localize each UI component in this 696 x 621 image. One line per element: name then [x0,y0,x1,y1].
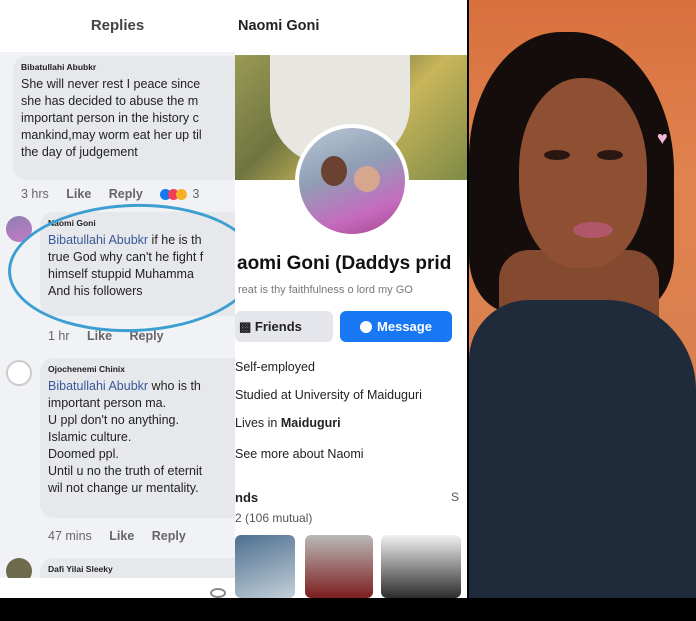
comment-text-line: She will never rest I peace since [21,77,201,91]
comment-author[interactable]: Ojochenemi Chinix [48,364,235,374]
like-button[interactable]: Like [109,529,134,543]
info-work: Self-employed [235,360,315,374]
comment-text-line: mankind,may worm eat her up til [21,128,202,142]
replies-panel: Replies Bibatullahi Abubkr She will neve… [0,0,235,598]
comment-text-line: Until u no the truth of eternit [48,464,203,478]
portrait-photo: ♥ [469,0,696,598]
message-button[interactable]: Message [340,311,452,342]
friends-mutual-count: 2 (106 mutual) [235,511,313,525]
friends-icon: ▩ [239,319,252,334]
friends-button-label: Friends [254,319,302,334]
friend-photo[interactable] [381,535,461,598]
reply-button[interactable]: Reply [152,529,186,543]
reply-button[interactable]: Reply [109,187,143,201]
comment-text-line: important person in the history c [21,111,199,125]
comment-bubble: Bibatullahi Abubkr She will never rest I… [13,56,235,180]
comment-text-line: U ppl don't no anything. [48,413,179,427]
comment-text-line: important person ma. [48,396,167,410]
comment-time: 47 mins [48,529,92,543]
replies-header: Replies [0,0,235,52]
haha-reaction-icon[interactable] [176,189,188,201]
comment-author[interactable]: Bibatullahi Abubkr [21,62,235,72]
messenger-icon [360,320,373,333]
profile-picture[interactable] [295,124,409,238]
mention-tag[interactable]: Bibatullahi Abubkr [48,379,148,393]
comment-bubble: Ojochenemi Chinix Bibatullahi Abubkr who… [40,358,235,518]
profile-panel: Naomi Goni aomi Goni (Daddys prid reat i… [235,0,467,598]
friend-photo[interactable] [235,535,295,598]
profile-bio: reat is thy faithfulness o lord my GO [238,284,413,296]
heart-icon: ♥ [657,128,668,148]
bottom-bar [0,598,696,621]
friend-photo[interactable] [305,535,373,598]
comment-text-line: who is th [148,379,201,393]
comment-actions: 47 mins Like Reply [48,529,200,543]
friends-heading: nds [235,490,259,505]
friends-see-all[interactable]: S [451,490,459,504]
camera-icon[interactable] [210,588,226,598]
comment-actions: 3 hrs Like Reply 3 [21,187,213,201]
comment-time: 1 hr [48,329,70,343]
profile-top-title: Naomi Goni [238,18,320,34]
like-button[interactable]: Like [66,187,91,201]
comment-text-line: she has decided to abuse the m [21,94,199,108]
avatar[interactable] [6,360,32,386]
reaction-count[interactable]: 3 [192,187,199,201]
comment-text-line: the day of judgement [21,145,138,159]
comment-text-line: wil not change ur mentality. [48,481,199,495]
comment-author[interactable]: Dafi Yilai Sleeky [48,564,235,574]
info-lives: Lives in Maiduguri [235,416,341,430]
comment-text-line: Islamic culture. [48,430,132,444]
reply-input-bar[interactable] [0,578,235,598]
comment-time: 3 hrs [21,187,49,201]
info-study: Studied at University of Maiduguri [235,388,422,402]
see-more-link[interactable]: See more about Naomi [235,447,364,461]
profile-name: aomi Goni (Daddys prid [237,253,452,274]
message-button-label: Message [377,319,432,334]
comment-text-line: Doomed ppl. [48,447,119,461]
friends-button[interactable]: ▩ Friends [235,311,333,342]
